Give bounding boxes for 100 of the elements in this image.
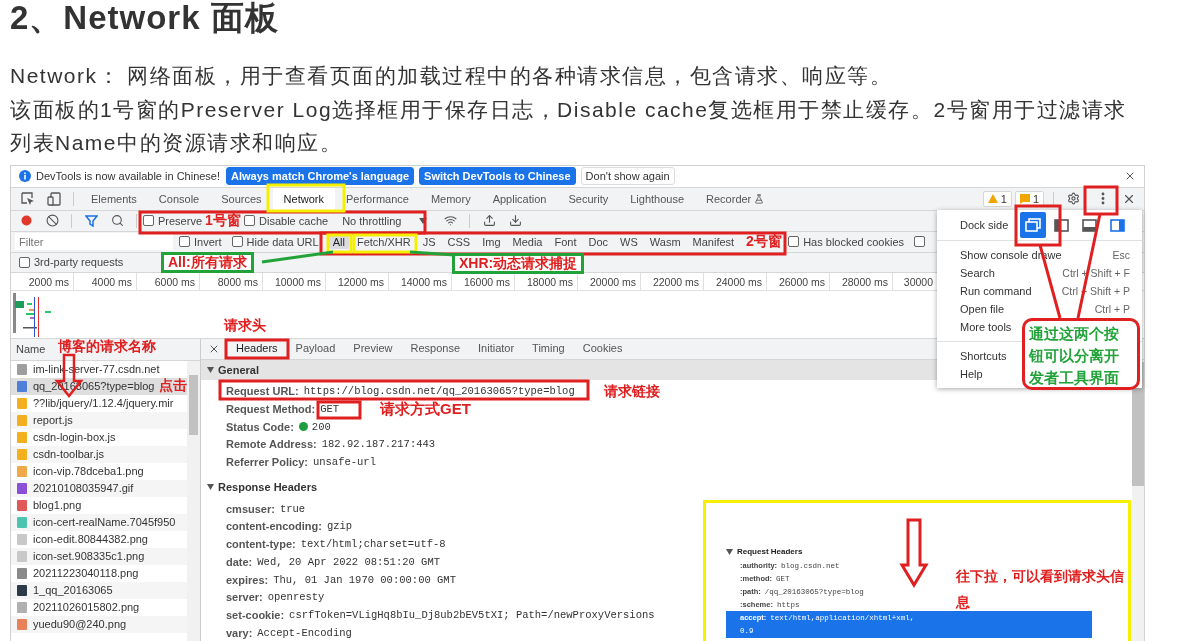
type-filter[interactable]: Wasm	[645, 234, 685, 249]
record-icon[interactable]	[20, 215, 32, 226]
type-filter[interactable]: Fetch/XHR	[352, 234, 415, 249]
type-filter[interactable]: Img	[478, 234, 505, 249]
type-filter[interactable]: Media	[508, 234, 547, 249]
annotation-frame	[1014, 204, 1062, 247]
detail-tab[interactable]: Initiator	[469, 338, 524, 359]
scrollbar[interactable]	[187, 360, 200, 641]
dock-button[interactable]	[1020, 212, 1047, 238]
header-value: 200	[311, 420, 331, 433]
scrollbar[interactable]	[1132, 359, 1144, 641]
detail-tab[interactable]: Timing	[523, 338, 574, 359]
panel-tab[interactable]: Sources	[210, 187, 273, 210]
header-name: content-type:	[226, 538, 296, 551]
annotation-label: All:所有请求	[161, 252, 254, 274]
detail-tab[interactable]: Preview	[344, 338, 402, 359]
header-value: unsafe-url	[312, 456, 376, 469]
panel-tab[interactable]: Memory	[419, 187, 482, 210]
timeline-tick: 4000 ms	[74, 272, 137, 290]
type-filter[interactable]: JS	[418, 234, 440, 249]
dock-icon	[1108, 217, 1126, 233]
shortcut-text: Ctrl + P	[1094, 303, 1130, 315]
clear-icon[interactable]	[45, 214, 59, 227]
warning-icon	[987, 194, 998, 203]
annotation-label: 请求方式GET	[380, 400, 471, 419]
close-icon[interactable]	[1124, 170, 1136, 182]
checkbox[interactable]	[179, 236, 190, 247]
header-name: expires:	[226, 573, 269, 586]
issue-count[interactable]: 1	[1014, 190, 1044, 207]
panel-tab[interactable]: Recorder	[695, 187, 776, 210]
detail-tab[interactable]: Payload	[286, 338, 345, 359]
checkbox-label: Disable cache	[259, 214, 329, 227]
download-icon[interactable]	[508, 214, 522, 227]
menu-item[interactable]: Run command	[960, 285, 1032, 297]
checkbox-label: Hide data URL	[246, 235, 319, 248]
panel-tab[interactable]: Security	[557, 187, 620, 210]
checkbox[interactable]	[19, 256, 30, 268]
infobar-button[interactable]: Don't show again	[580, 167, 675, 185]
down-arrow	[899, 518, 929, 588]
panel-tab[interactable]: Lighthouse	[619, 187, 696, 210]
timeline-tick: 28000 ms	[830, 272, 893, 290]
kebab-menu-icon[interactable]	[1101, 192, 1105, 205]
type-filter[interactable]: Font	[550, 234, 581, 249]
header-value: csrfToken=VLigHq8bIu_Dj8ub2bEV5tXI; Path=/newProxyVersions	[289, 608, 655, 621]
header-value: Accept-Encoding	[257, 626, 352, 639]
info-icon	[19, 170, 31, 182]
type-filter[interactable]: WS	[616, 234, 642, 249]
detail-tab[interactable]: Response	[401, 338, 469, 359]
search-icon[interactable]	[110, 214, 124, 227]
type-filter[interactable]: CSS	[443, 234, 475, 249]
section-title: Response Headers	[218, 480, 318, 493]
dock-icon	[1080, 217, 1098, 233]
section-heading: 2、Network 面板	[10, 0, 280, 38]
checkbox[interactable]	[788, 236, 800, 247]
annotation-label: 点击	[159, 377, 187, 395]
header-value: text/html;charset=utf-8	[300, 538, 446, 551]
infobar-button[interactable]: Always match Chrome's language	[226, 167, 415, 185]
detail-tab[interactable]: Headers	[227, 338, 287, 359]
panel-tab[interactable]: Elements	[80, 187, 148, 210]
header-value: GET	[320, 403, 340, 416]
menu-item[interactable]: More tools	[960, 321, 1012, 333]
panel-tab[interactable]: Application	[481, 187, 558, 210]
warning-count[interactable]: 1	[982, 190, 1012, 207]
annotation-label: 1号窗	[205, 212, 241, 230]
header-name: Request URL:	[226, 385, 299, 398]
panel-tab[interactable]: Network	[272, 187, 335, 210]
flask-icon	[754, 193, 765, 204]
menu-item[interactable]: Open file	[960, 303, 1005, 315]
paragraph-text: 该面板的1号窗的Preserver Log选择框用于保存日志，Disable cache复选框用于禁止缓存。2号窗用于过滤请求列表Name中的资源请求和响应。	[10, 96, 1128, 156]
message-icon	[1019, 193, 1030, 204]
header-value: openresty	[267, 591, 325, 604]
annotation-frame	[1083, 185, 1119, 216]
menu-item[interactable]: Search	[960, 267, 995, 279]
section-title: Request Headers	[737, 547, 803, 556]
dock-icon	[1052, 217, 1070, 233]
annotation-label: 2号窗	[746, 233, 782, 251]
checkbox[interactable]	[231, 236, 243, 247]
throttling-select[interactable]: No throttling	[342, 214, 402, 227]
type-filter[interactable]: Doc	[584, 234, 613, 249]
settings-icon[interactable]	[1066, 192, 1080, 205]
checkbox[interactable]	[244, 215, 256, 226]
expand-caret-icon	[207, 366, 214, 373]
wifi-icon[interactable]	[443, 214, 457, 227]
checkbox[interactable]	[914, 236, 926, 247]
type-filter[interactable]: Manifest	[688, 234, 739, 249]
upload-icon[interactable]	[482, 214, 496, 227]
detail-tab[interactable]: Cookies	[573, 338, 632, 359]
checkbox[interactable]	[143, 215, 154, 226]
menu-item[interactable]: Shortcuts	[960, 350, 1007, 362]
filter-icon[interactable]	[84, 214, 98, 227]
infobar-button[interactable]: Switch DevTools to Chinese	[419, 167, 576, 185]
header-value: 182.92.187.217:443	[321, 438, 436, 451]
paragraph-text: Network： 网络面板，用于查看页面的加载过程中的各种请求信息，包含请求、响应等。	[10, 63, 894, 89]
device-icon[interactable]	[47, 191, 61, 206]
panel-tab[interactable]: Console	[147, 187, 211, 210]
inspect-icon[interactable]	[21, 191, 35, 206]
timeline-tick: 22000 ms	[641, 272, 704, 290]
menu-item[interactable]: Help	[960, 368, 983, 380]
filter-field[interactable]: Filter	[15, 233, 173, 250]
panel-tab[interactable]: Performance	[334, 187, 420, 210]
